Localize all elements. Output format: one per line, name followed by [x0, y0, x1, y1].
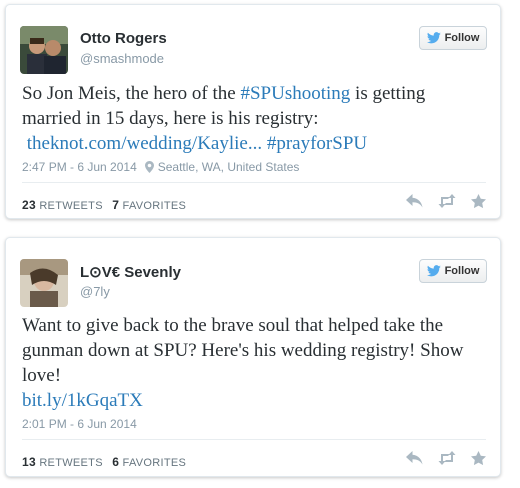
timestamp[interactable]: 2:47 PM - 6 Jun 2014 [22, 160, 137, 174]
author-handle[interactable]: @7ly [80, 284, 110, 299]
retweets-count[interactable]: 13 [22, 455, 36, 469]
avatar[interactable] [20, 26, 68, 74]
timestamp[interactable]: 2:01 PM - 6 Jun 2014 [22, 417, 137, 431]
text-segment: is getting [350, 83, 426, 104]
tweet-actions [406, 194, 486, 208]
reply-icon[interactable] [406, 451, 423, 465]
avatar[interactable] [20, 259, 68, 307]
tweet-actions [406, 451, 486, 465]
reply-icon[interactable] [406, 194, 423, 208]
location-label: Seattle, WA, United States [157, 160, 300, 174]
tweet-meta: 2:47 PM - 6 Jun 2014 Seattle, WA, United… [22, 160, 299, 174]
retweet-icon[interactable] [437, 451, 457, 465]
tweet-text: Want to give back to the brave soul that… [22, 313, 486, 413]
tweet-meta: 2:01 PM - 6 Jun 2014 [22, 417, 137, 431]
follow-button[interactable]: Follow [419, 26, 487, 50]
retweets-label[interactable]: RETWEETS [39, 200, 103, 212]
retweets-label[interactable]: RETWEETS [39, 457, 103, 469]
text-segment: So Jon Meis, the hero of the [22, 83, 241, 104]
favorites-count[interactable]: 7 [112, 198, 119, 212]
author-handle[interactable]: @smashmode [80, 51, 164, 66]
author-name[interactable]: L⊙V€ Sevenly [80, 263, 181, 281]
author-name[interactable]: Otto Rogers [80, 30, 167, 47]
text-line: married in 15 days, here is his registry… [22, 108, 319, 129]
tweet-text: So Jon Meis, the hero of the #SPUshootin… [22, 81, 486, 156]
url-link[interactable]: bit.ly/1kGqaTX [22, 390, 143, 411]
tweet-card: Otto Rogers @smashmode Follow So Jon Mei… [5, 4, 501, 219]
favorites-count[interactable]: 6 [112, 455, 119, 469]
twitter-bird-icon [426, 265, 441, 277]
text-line: Want to give back to the brave soul that… [22, 315, 444, 336]
follow-label: Follow [444, 265, 480, 277]
hashtag-link[interactable]: #SPUshooting [240, 83, 350, 104]
twitter-bird-icon [426, 32, 441, 44]
text-line: love! [22, 365, 62, 386]
divider [22, 439, 486, 440]
retweet-icon[interactable] [437, 194, 457, 208]
favorite-icon[interactable] [471, 451, 486, 465]
retweets-count[interactable]: 23 [22, 198, 36, 212]
follow-label: Follow [444, 32, 480, 44]
tweet-stats: 23 RETWEETS 7 FAVORITES [22, 198, 186, 212]
follow-button[interactable]: Follow [419, 259, 487, 283]
divider [22, 182, 486, 183]
hashtag-link[interactable]: #prayforSPU [267, 133, 367, 154]
text-line: gunman down at SPU? Here's his wedding r… [22, 340, 464, 361]
tweet-card: L⊙V€ Sevenly @7ly Follow Want to give ba… [5, 237, 501, 477]
url-link[interactable]: theknot.com/wedding/Kaylie... [27, 133, 262, 154]
favorites-label[interactable]: FAVORITES [123, 200, 187, 212]
favorites-label[interactable]: FAVORITES [123, 457, 187, 469]
location[interactable]: Seattle, WA, United States [144, 160, 300, 174]
favorite-icon[interactable] [471, 194, 486, 208]
location-pin-icon [144, 161, 154, 173]
tweet-stats: 13 RETWEETS 6 FAVORITES [22, 455, 186, 469]
